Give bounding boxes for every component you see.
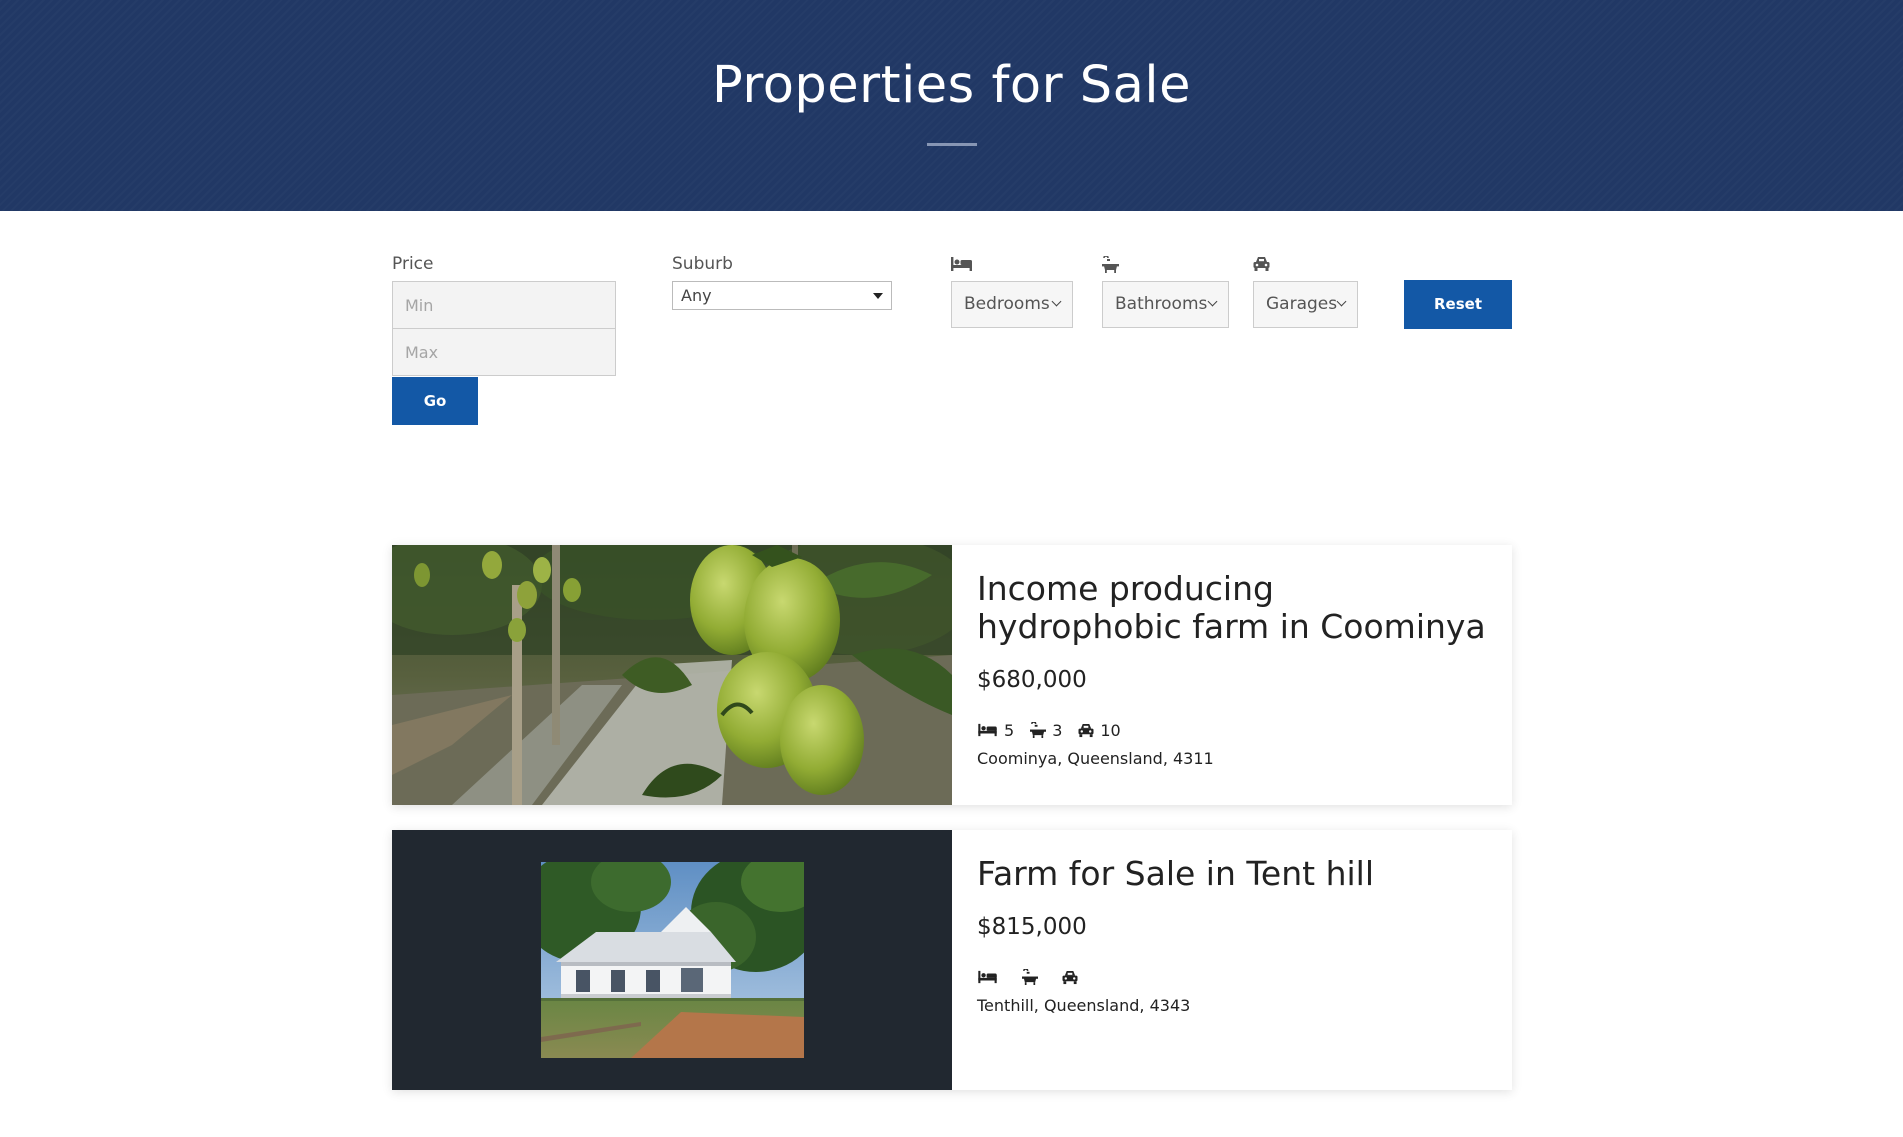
bedrooms-count: 5 — [1004, 720, 1015, 740]
listing-features: 5 3 10 — [977, 720, 1137, 740]
suburb-label: Suburb — [672, 254, 733, 274]
bathrooms-select[interactable]: Bathrooms — [1102, 281, 1229, 328]
listing-price: $815,000 — [977, 914, 1087, 940]
garages-feature: 10 — [1078, 720, 1121, 740]
go-button[interactable]: Go — [392, 377, 478, 425]
listing-address: Coominya, Queensland, 4311 — [977, 749, 1214, 768]
bedrooms-feature — [977, 970, 1004, 984]
chevron-down-icon — [1051, 296, 1062, 307]
listing-price: $680,000 — [977, 667, 1087, 693]
listing-address: Tenthill, Queensland, 4343 — [977, 996, 1191, 1015]
car-icon — [1253, 256, 1270, 277]
listing-card[interactable]: Income producing hydrophobic farm in Coo… — [392, 545, 1512, 805]
garages-count: 10 — [1100, 720, 1121, 740]
page-header: Properties for Sale — [0, 0, 1903, 211]
listing-title[interactable]: Farm for Sale in Tent hill — [977, 855, 1487, 893]
price-label: Price — [392, 254, 434, 274]
garages-select[interactable]: Garages — [1253, 281, 1358, 328]
page-title: Properties for Sale — [712, 56, 1191, 115]
chevron-down-icon — [1207, 296, 1218, 307]
bedrooms-feature: 5 — [977, 721, 1014, 740]
bath-icon — [1102, 255, 1119, 278]
bath-icon — [1022, 969, 1038, 985]
bathrooms-count: 3 — [1052, 720, 1063, 740]
garages-feature — [1062, 970, 1084, 985]
price-max-input[interactable] — [392, 328, 616, 376]
bedrooms-select-value: Bedrooms — [964, 294, 1050, 314]
bathrooms-feature — [1022, 969, 1044, 985]
listing-image[interactable] — [392, 545, 952, 805]
caret-down-icon — [873, 293, 883, 299]
listing-features — [977, 967, 1100, 987]
chevron-down-icon — [1336, 296, 1347, 307]
bathrooms-feature: 3 — [1030, 721, 1062, 740]
car-icon — [1078, 723, 1094, 737]
garages-select-value: Garages — [1266, 294, 1338, 314]
title-divider — [927, 143, 977, 146]
suburb-select[interactable]: Any — [672, 281, 892, 310]
reset-button[interactable]: Reset — [1404, 280, 1512, 329]
listing-image[interactable] — [392, 830, 952, 1090]
bed-icon — [951, 256, 972, 277]
bathrooms-select-value: Bathrooms — [1115, 294, 1208, 314]
car-icon — [1062, 970, 1078, 984]
bed-icon — [978, 723, 997, 737]
listing-title[interactable]: Income producing hydrophobic farm in Coo… — [977, 570, 1487, 646]
listing-card[interactable]: Farm for Sale in Tent hill $815,000 Tent… — [392, 830, 1512, 1090]
bedrooms-select[interactable]: Bedrooms — [951, 281, 1073, 328]
bed-icon — [978, 970, 997, 984]
tomato-plants-photo — [392, 545, 952, 805]
farmhouse-photo — [541, 862, 804, 1058]
suburb-select-value: Any — [681, 286, 712, 305]
price-min-input[interactable] — [392, 281, 616, 329]
bath-icon — [1030, 722, 1047, 738]
